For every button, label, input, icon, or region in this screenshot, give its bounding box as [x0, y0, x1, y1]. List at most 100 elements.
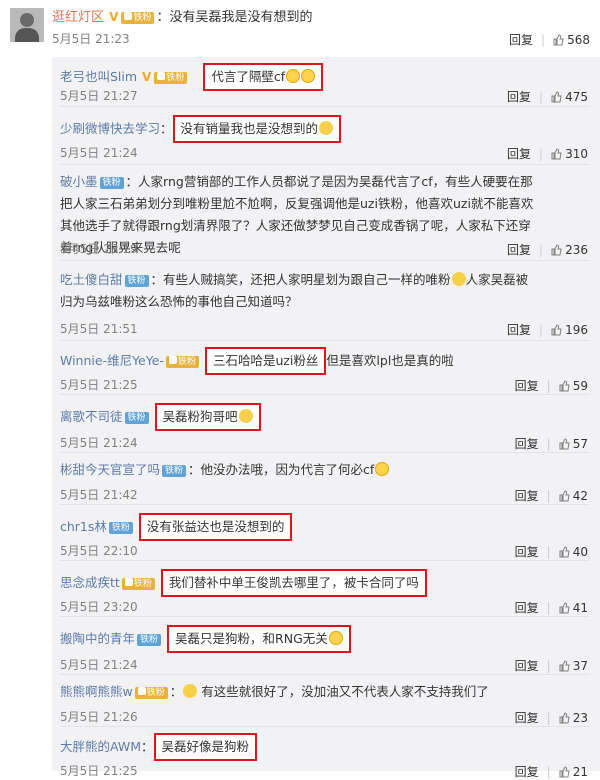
like-count[interactable]: 42 — [573, 489, 588, 503]
username[interactable]: 熊熊啊熊熊w — [60, 684, 133, 699]
username[interactable]: 吃土傻白甜 — [60, 272, 123, 287]
like-count[interactable]: 41 — [573, 601, 588, 615]
thumb-up-icon[interactable] — [551, 244, 562, 256]
replies-panel: 老弓也叫Slim V 铁粉 代言了隔壁cf 5月5日 21:27 回复 | 475 少… — [52, 57, 600, 779]
thumb-up-icon[interactable] — [559, 490, 570, 502]
thumb-up-icon[interactable] — [559, 712, 570, 724]
highlighted-text: 没有销量我也是没想到的 — [172, 115, 342, 143]
reply-item: 老弓也叫Slim V 铁粉 代言了隔壁cf 5月5日 21:27 回复 | 475 — [52, 57, 600, 107]
timestamp: 5月5日 21:27 — [60, 89, 138, 103]
username[interactable]: 大胖熊的AWM — [60, 739, 141, 754]
username[interactable]: chr1s林 — [60, 519, 107, 534]
comment-text: 没有吴磊我是没有想到的 — [169, 10, 313, 25]
like-count[interactable]: 40 — [573, 545, 588, 559]
fan-badge: 铁粉 — [124, 412, 149, 424]
like-count[interactable]: 21 — [573, 765, 588, 779]
fan-badge: 铁粉 — [137, 634, 162, 646]
emoji-icon — [183, 684, 198, 698]
reply-item: 离歌不司徒 铁粉 吴磊粉狗哥吧 5月5日 21:24 回复 | 57 — [52, 395, 600, 453]
username[interactable]: 彬甜今天官宣了吗 — [60, 462, 160, 477]
fan-badge: 铁粉 — [154, 72, 188, 84]
emoji-icon — [319, 121, 334, 135]
comment-actions: 回复 | 568 — [509, 33, 590, 47]
reply-item: 搬陶中的青年 铁粉 吴磊只是狗粉，和RNG无关 5月5日 21:24 回复 | 37 — [52, 617, 600, 675]
like-count[interactable]: 57 — [573, 437, 588, 451]
emoji-icon — [238, 409, 253, 423]
timestamp: 5月5日 21:24 — [60, 146, 138, 160]
thumb-up-icon[interactable] — [559, 766, 570, 778]
username[interactable]: 搬陶中的青年 — [60, 631, 135, 646]
reply-button[interactable]: 回复 — [515, 489, 539, 503]
like-count[interactable]: 196 — [565, 323, 588, 337]
emoji-icon — [451, 272, 466, 286]
emoji-icon — [301, 69, 316, 83]
emoji-icon — [286, 69, 301, 83]
fan-badge: 铁粉 — [134, 687, 168, 699]
reply-item: 大胖熊的AWM： 吴磊好像是狗粉 5月5日 21:25 回复 | 21 — [52, 727, 600, 779]
emoji-icon — [375, 462, 390, 476]
like-count[interactable]: 475 — [565, 90, 588, 104]
comment-text: 有些人贼搞笑，还把人家明星划为跟自己一样的唯粉 — [163, 272, 451, 287]
thumb-up-icon[interactable] — [559, 380, 570, 392]
thumb-up-icon[interactable] — [559, 546, 570, 558]
reply-button[interactable]: 回复 — [515, 601, 539, 615]
reply-button[interactable]: 回复 — [507, 243, 531, 257]
highlighted-text: 吴磊只是狗粉，和RNG无关 — [167, 625, 351, 653]
fan-badge: 铁粉 — [99, 177, 124, 189]
username[interactable]: 逛红灯区 — [52, 10, 104, 25]
reply-button[interactable]: 回复 — [507, 323, 531, 337]
timestamp: 5月5日 21:25 — [60, 764, 138, 778]
fan-badge: 铁粉 — [124, 275, 149, 287]
thumb-up-icon[interactable] — [559, 438, 570, 450]
reply-button[interactable]: 回复 — [515, 765, 539, 779]
like-count[interactable]: 236 — [565, 243, 588, 257]
username[interactable]: 老弓也叫Slim — [60, 69, 137, 84]
reply-button[interactable]: 回复 — [509, 33, 533, 47]
reply-item: 破小墨 铁粉 ：人家rng营销部的工作人员都说了是因为吴磊代言了cf，有些人硬要在那… — [52, 165, 600, 261]
reply-button[interactable]: 回复 — [515, 379, 539, 393]
like-count[interactable]: 59 — [573, 379, 588, 393]
thumb-up-icon[interactable] — [553, 34, 564, 46]
timestamp: 5月5日 21:23 — [52, 32, 130, 46]
reply-button[interactable]: 回复 — [507, 147, 531, 161]
like-count[interactable]: 568 — [567, 33, 590, 47]
thumb-up-icon[interactable] — [551, 148, 562, 160]
reply-button[interactable]: 回复 — [515, 545, 539, 559]
highlighted-text: 三石哈哈是uzi粉丝 — [204, 347, 327, 375]
fan-badge: 铁粉 — [121, 12, 155, 24]
like-count[interactable]: 310 — [565, 147, 588, 161]
thumb-up-icon[interactable] — [559, 602, 570, 614]
reply-item: 彬甜今天官宣了吗 铁粉 ：他没办法哦，因为代言了何必cf 5月5日 21:42 回复… — [60, 462, 590, 505]
highlighted-text: 吴磊粉狗哥吧 — [154, 403, 261, 431]
fan-badge: 铁粉 — [162, 465, 187, 477]
username[interactable]: Winnie-维尼YeYe- — [60, 353, 164, 368]
reply-button[interactable]: 回复 — [515, 711, 539, 725]
comment-text: 有这些就很好了，没加油又不代表人家不支持我们了 — [201, 684, 489, 699]
fan-badge: 铁粉 — [165, 356, 199, 368]
highlighted-text: 没有张益达也是没想到的 — [138, 513, 293, 541]
thumb-up-icon[interactable] — [559, 660, 570, 672]
like-count[interactable]: 37 — [573, 659, 588, 673]
username[interactable]: 破小墨 — [60, 174, 98, 189]
avatar[interactable] — [10, 8, 44, 42]
reply-item: Winnie-维尼YeYe- 铁粉 三石哈哈是uzi粉丝 但是喜欢lpl也是真的啦 5… — [52, 341, 600, 395]
reply-item: 吃土傻白甜 铁粉 ：有些人贼搞笑，还把人家明星划为跟自己一样的唯粉 人家吴磊被归为乌兹… — [52, 261, 600, 341]
timestamp: 5月5日 21:24 — [60, 436, 138, 450]
timestamp: 5月5日 21:51 — [60, 322, 138, 336]
reply-button[interactable]: 回复 — [515, 437, 539, 451]
reply-button[interactable]: 回复 — [515, 659, 539, 673]
reply-button[interactable]: 回复 — [507, 90, 531, 104]
like-count[interactable]: 23 — [573, 711, 588, 725]
fan-badge: 铁粉 — [108, 522, 133, 534]
reply-item: 熊熊啊熊熊w 铁粉： 有这些就很好了，没加油又不代表人家不支持我们了 5月5日 2… — [60, 684, 590, 727]
thumb-up-icon[interactable] — [551, 324, 562, 336]
highlighted-text: 我们替补中单王俊凯去哪里了，被卡合同了吗 — [160, 569, 427, 597]
fan-badge: 铁粉 — [121, 578, 155, 590]
username[interactable]: 离歌不司徒 — [60, 409, 123, 424]
username[interactable]: 少刷微博快去学习 — [60, 121, 160, 136]
highlighted-text: 代言了隔壁cf — [203, 63, 324, 91]
timestamp: 5月5日 23:19 — [60, 242, 138, 256]
thumb-up-icon[interactable] — [551, 91, 562, 103]
timestamp: 5月5日 22:10 — [60, 544, 138, 558]
username[interactable]: 思念成疾tt — [60, 575, 120, 590]
